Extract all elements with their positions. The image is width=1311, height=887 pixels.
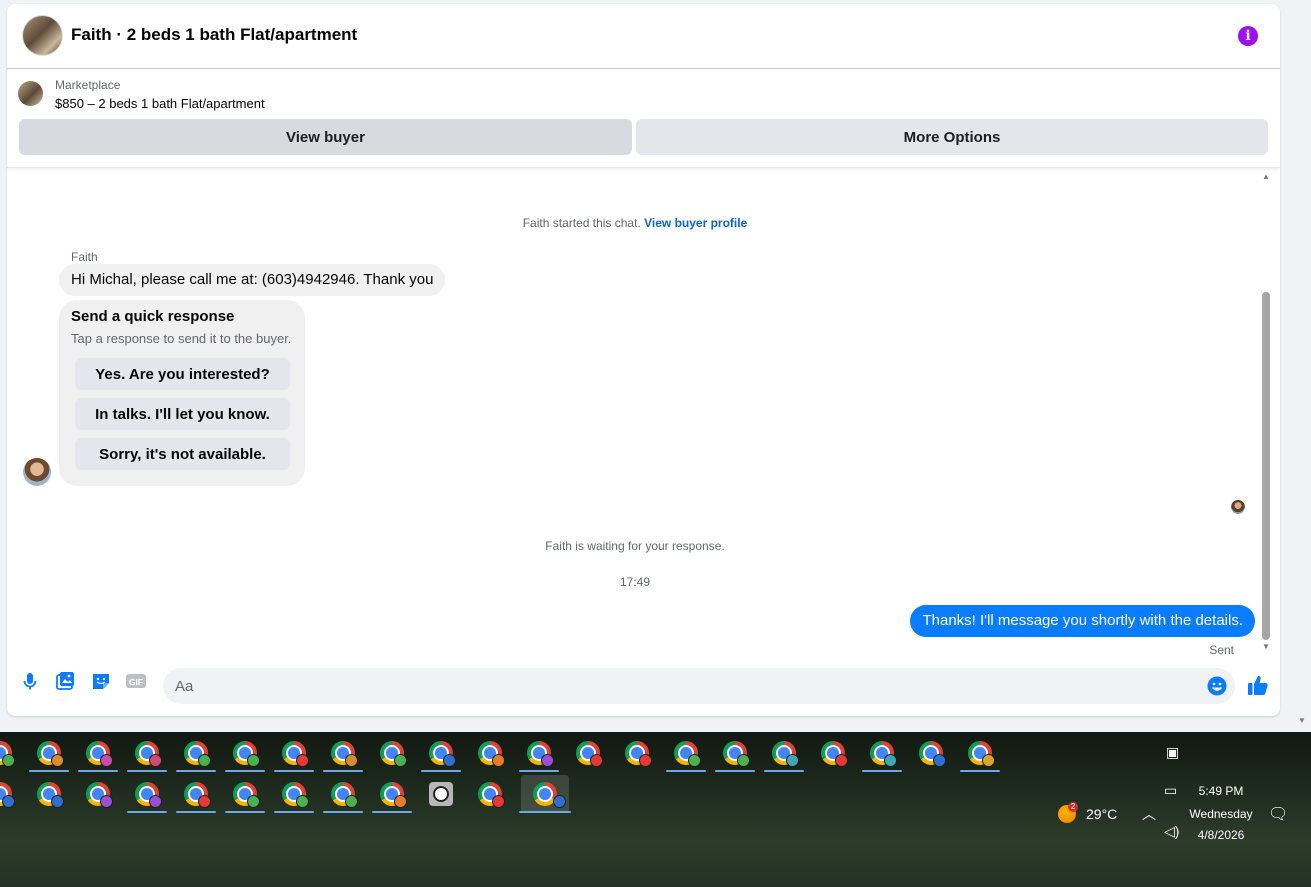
chrome-icon[interactable]: [323, 775, 363, 813]
chrome-icon[interactable]: [960, 734, 1000, 772]
chrome-icon[interactable]: [29, 734, 69, 772]
incoming-message: Hi Michal, please call me at: (603)49429…: [59, 264, 446, 296]
scroll-down-arrow[interactable]: ▼: [1262, 642, 1270, 651]
sticker-icon[interactable]: [90, 670, 112, 692]
chrome-icon[interactable]: [619, 734, 655, 772]
chrome-icon[interactable]: [472, 775, 508, 813]
chevron-up-icon[interactable]: ︿: [1142, 804, 1156, 824]
scroll-thumb[interactable]: [1262, 292, 1270, 640]
quick-response-option[interactable]: In talks. I'll let you know.: [75, 398, 290, 430]
chrome-icon[interactable]: [0, 734, 18, 772]
clock-date[interactable]: 4/8/2026: [1186, 828, 1256, 842]
message-thread: Faith started this chat. View buyer prof…: [7, 168, 1280, 660]
sender-avatar[interactable]: [23, 458, 51, 486]
device-icon[interactable]: ▣: [1166, 744, 1179, 761]
message-scrollbar[interactable]: ▲ ▼: [1260, 168, 1272, 660]
message-timestamp: 17:49: [619, 575, 651, 589]
emoji-icon[interactable]: [1207, 676, 1227, 696]
sender-name: Faith: [71, 250, 98, 264]
clock-day[interactable]: Wednesday: [1186, 807, 1256, 821]
chrome-icon[interactable]: [374, 734, 410, 772]
chrome-icon[interactable]: [862, 734, 902, 772]
chrome-icon[interactable]: [815, 734, 851, 772]
info-icon[interactable]: i: [1238, 26, 1258, 46]
chrome-icon[interactable]: [225, 775, 265, 813]
clock-time[interactable]: 5:49 PM: [1186, 784, 1256, 798]
thumbs-up-icon[interactable]: [1247, 674, 1269, 696]
chrome-icon[interactable]: [472, 734, 508, 772]
more-options-button[interactable]: More Options: [636, 119, 1268, 155]
speaker-icon[interactable]: ◁): [1164, 823, 1179, 840]
gif-icon-label: GIF: [129, 677, 143, 687]
network-icon[interactable]: ▭: [1164, 782, 1177, 799]
chrome-icon[interactable]: [715, 734, 755, 772]
chrome-icon[interactable]: [274, 734, 314, 772]
clock-app-icon[interactable]: [423, 775, 459, 813]
notification-icon[interactable]: 🗨: [1268, 804, 1288, 824]
chrome-icon[interactable]: [519, 734, 559, 772]
weather-temperature[interactable]: 29°C: [1086, 806, 1117, 822]
view-buyer-button[interactable]: View buyer: [19, 119, 632, 155]
chrome-icon[interactable]: [666, 734, 706, 772]
page-scroll-down-arrow[interactable]: ▼: [1298, 716, 1306, 725]
gif-icon[interactable]: GIF: [125, 670, 147, 692]
chrome-icon[interactable]: [570, 734, 606, 772]
listing-label: Marketplace: [55, 78, 121, 92]
chrome-icon[interactable]: [274, 775, 314, 813]
quick-response-title: Send a quick response: [71, 308, 235, 325]
scroll-up-arrow[interactable]: ▲: [1262, 172, 1270, 181]
waiting-notice: Faith is waiting for your response.: [545, 539, 725, 553]
listing-thumbnail[interactable]: [18, 81, 43, 106]
chat-started-text: Faith started this chat.: [522, 216, 641, 230]
chrome-icon[interactable]: [519, 775, 571, 813]
chrome-icon[interactable]: [764, 734, 804, 772]
weather-badge: 2: [1068, 802, 1078, 812]
taskbar: ▣ 2 29°C ︿ ▭ ◁) 5:49 PM Wednesday 4/8/20…: [0, 732, 1311, 887]
view-buyer-profile-link[interactable]: View buyer profile: [644, 216, 747, 230]
chat-header: Faith · 2 beds 1 bath Flat/apartment i: [7, 4, 1280, 69]
chrome-icon[interactable]: [913, 734, 949, 772]
listing-avatar[interactable]: [22, 15, 63, 56]
chrome-icon[interactable]: [176, 775, 216, 813]
chrome-icon[interactable]: [176, 734, 216, 772]
chrome-icon[interactable]: [127, 775, 167, 813]
chrome-icon[interactable]: [80, 775, 116, 813]
quick-response-option[interactable]: Yes. Are you interested?: [75, 358, 290, 390]
quick-response-subtitle: Tap a response to send it to the buyer.: [71, 331, 292, 346]
sent-status: Sent: [1209, 643, 1234, 657]
chrome-icon[interactable]: [372, 775, 412, 813]
message-composer: GIF: [7, 660, 1280, 716]
listing-price-title[interactable]: $850 – 2 beds 1 bath Flat/apartment: [55, 96, 265, 111]
chrome-icon[interactable]: [0, 775, 18, 813]
photo-icon[interactable]: [54, 670, 76, 692]
chrome-icon[interactable]: [31, 775, 67, 813]
chat-title[interactable]: Faith · 2 beds 1 bath Flat/apartment: [71, 25, 357, 45]
chrome-icon[interactable]: [127, 734, 167, 772]
microphone-icon[interactable]: [19, 670, 41, 692]
chrome-icon[interactable]: [421, 734, 461, 772]
chat-started-notice: Faith started this chat. View buyer prof…: [7, 216, 1263, 230]
listing-strip: Marketplace $850 – 2 beds 1 bath Flat/ap…: [7, 69, 1280, 168]
quick-response-card: Send a quick response Tap a response to …: [59, 300, 305, 486]
quick-response-option[interactable]: Sorry, it's not available.: [75, 438, 290, 470]
seen-receipt-avatar: [1231, 500, 1245, 514]
chat-window: Faith · 2 beds 1 bath Flat/apartment i M…: [7, 4, 1280, 716]
chrome-icon[interactable]: [225, 734, 265, 772]
chrome-icon[interactable]: [78, 734, 118, 772]
outgoing-message: Thanks! I'll message you shortly with th…: [910, 605, 1255, 637]
chrome-icon[interactable]: [323, 734, 363, 772]
message-input[interactable]: [163, 668, 1235, 704]
